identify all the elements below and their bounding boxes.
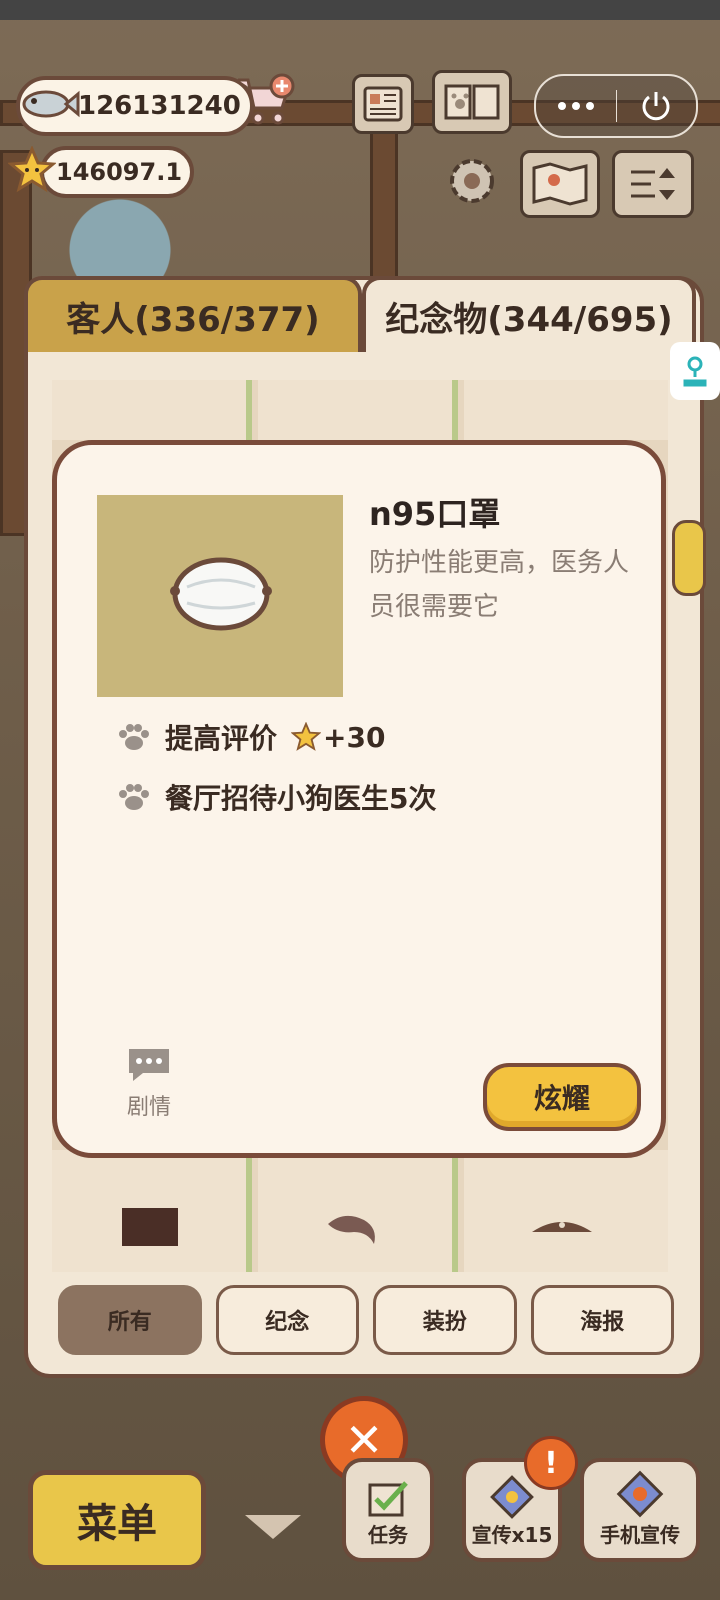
grid-cell[interactable] [258,380,458,440]
grid-cell[interactable] [464,1150,668,1272]
floating-assistant-button[interactable] [670,342,720,400]
settings-button[interactable] [442,152,502,210]
more-options-button[interactable] [536,101,616,111]
phone-promo-label: 手机宣传 [600,1523,680,1547]
story-label: 剧情 [126,1095,171,1120]
pirate-hat-item-icon [532,1222,592,1232]
filter-costume[interactable]: 装扮 [373,1285,517,1355]
grid-cell[interactable] [52,1150,252,1272]
tasks-button[interactable]: 任务 [342,1458,434,1562]
item-description: 防护性能更高，医务人员很需要它 [369,548,630,622]
item-image [97,495,343,697]
gear-icon [450,159,494,203]
star-icon [8,146,56,193]
effect-rating: 提高评价 +30 [117,717,385,757]
filter-all[interactable]: 所有 [58,1285,202,1355]
exit-button[interactable] [617,89,697,123]
map-icon [532,162,588,206]
newspaper-icon [363,86,403,122]
story-button[interactable]: 剧情 [119,1045,179,1121]
effect-condition-label: 餐厅招待小狗医生5次 [165,782,437,815]
status-strip [0,0,720,20]
filter-bar: 所有 纪念 装扮 海报 [58,1285,674,1355]
newspaper-button[interactable] [352,74,414,134]
star-currency: 146097.1 [40,146,194,198]
grid-cell[interactable] [464,380,668,440]
sort-icon [631,168,675,200]
tasks-label: 任务 [368,1523,408,1547]
phone-promo-button[interactable]: 手机宣传 [580,1458,700,1562]
chevron-down-icon[interactable] [245,1515,301,1539]
effect-condition: 餐厅招待小狗医生5次 [117,777,436,817]
joystick-icon [683,356,707,387]
promo-card-icon [490,1475,534,1519]
filter-poster[interactable]: 海报 [530,1285,674,1355]
catalog-book-button[interactable] [432,70,512,134]
fish-bone-item-icon [328,1215,375,1244]
promo-label: 宣传x15 [471,1523,553,1547]
mini-program-capsule [534,74,698,138]
power-icon [642,92,670,121]
star-small-icon [291,722,322,751]
item-title: n95口罩 [369,495,501,533]
ticket-item-icon [122,1208,178,1246]
scroll-handle[interactable] [672,520,706,596]
fish-currency: 126131240 [16,76,254,136]
filter-souvenir[interactable]: 纪念 [215,1285,359,1355]
star-count: 146097.1 [56,158,183,186]
phone-promo-icon [616,1470,664,1518]
more-dots-icon [557,102,594,110]
sort-toggle-button[interactable] [612,150,694,218]
show-off-button[interactable]: 炫耀 [483,1063,641,1131]
fish-count: 126131240 [78,91,241,121]
fish-icon [22,90,80,118]
effect-rating-bonus: +30 [323,720,386,754]
menu-button[interactable]: 菜单 [28,1470,206,1570]
speech-bubble-icon [129,1049,169,1081]
checklist-icon [368,1481,408,1517]
tab-guests[interactable]: 客人(336/377) [24,276,362,352]
shop-cart-button[interactable] [234,72,296,128]
map-button[interactable] [520,150,600,218]
effect-rating-label: 提高评价 [165,722,278,755]
paw-icon [119,784,149,810]
grid-cell[interactable] [258,1150,458,1272]
paw-book-icon [444,84,500,120]
tab-souvenirs[interactable]: 纪念物(344/695) [362,276,696,352]
alert-badge: ! [524,1436,578,1490]
paw-icon [119,724,149,750]
grid-cell[interactable] [52,380,252,440]
cart-plus-icon [238,73,295,125]
item-detail-modal: n95口罩 防护性能更高，医务人员很需要它 提高评价 +30 餐厅招待小狗医生5… [52,440,666,1158]
mask-icon [170,557,272,631]
